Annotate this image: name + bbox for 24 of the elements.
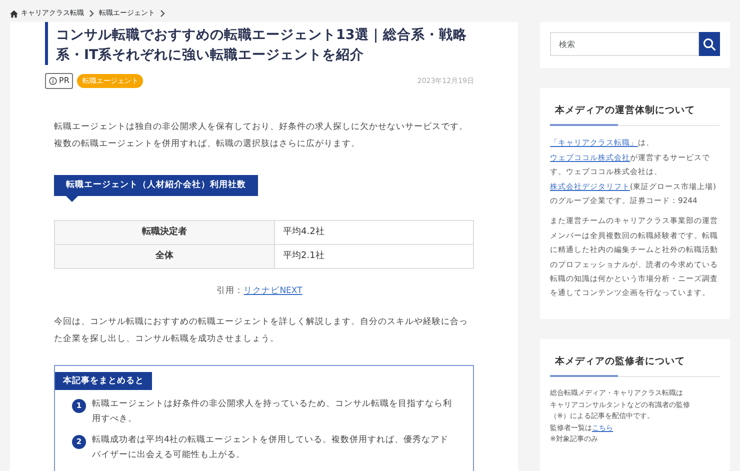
table-cell: 転職決定者 <box>54 220 274 245</box>
lead-paragraph: 今回は、コンサル転職におすすめの転職エージェントを詳しく解説します。自分のスキルや経験に合った企業を探し出し、コンサル転職を成功させましょう。 <box>54 316 469 346</box>
chevron-icon <box>89 10 94 17</box>
table-caption: 転職エージェント（人材紹介会社）利用社数 <box>54 174 258 196</box>
info-icon <box>49 77 57 86</box>
summary-title: 本記事をまとめると <box>55 372 152 390</box>
summary-item: 転職エージェントは好条件の非公開求人を持っているため、コンサル転職を目指すなら利用すべき。 <box>92 398 453 426</box>
widget-title: 本メディアの監修者について <box>550 348 720 378</box>
article-title: コンサル転職でおすすめの転職エージェント13選｜総合系・戦略系・IT系それぞれに強い転職エージェントを紹介 <box>45 22 474 66</box>
table-cell: 全体 <box>54 244 274 269</box>
search-icon <box>703 38 716 50</box>
home-icon[interactable] <box>10 10 18 18</box>
summary-item: 転職成功者は平均4社の転職エージェントを併用している。複数併用すれば、優秀なアドバイザーに出会える可能性も上がる。 <box>92 434 450 462</box>
pr-badge: PR <box>45 73 74 90</box>
table-cell: 平均4.2社 <box>274 220 474 245</box>
pointer-icon <box>66 196 78 202</box>
citation: 引用：リクナビNEXT <box>216 285 304 298</box>
citation-link[interactable]: リクナビNEXT <box>244 286 302 296</box>
chevron-icon <box>160 10 165 17</box>
table-cell: 平均2.1社 <box>274 244 474 269</box>
search-button[interactable] <box>699 32 720 56</box>
search-field[interactable]: 検索 <box>550 32 700 56</box>
widget-title: 本メディアの運営体制について <box>550 98 720 126</box>
intro-paragraph: 転職エージェントは独自の非公開求人を保有しており、好条件の求人探しに欠かせないサービスです。複数の転職エージェントを併用すれば、転職の選択肢はさらに広がります。 <box>54 121 469 152</box>
